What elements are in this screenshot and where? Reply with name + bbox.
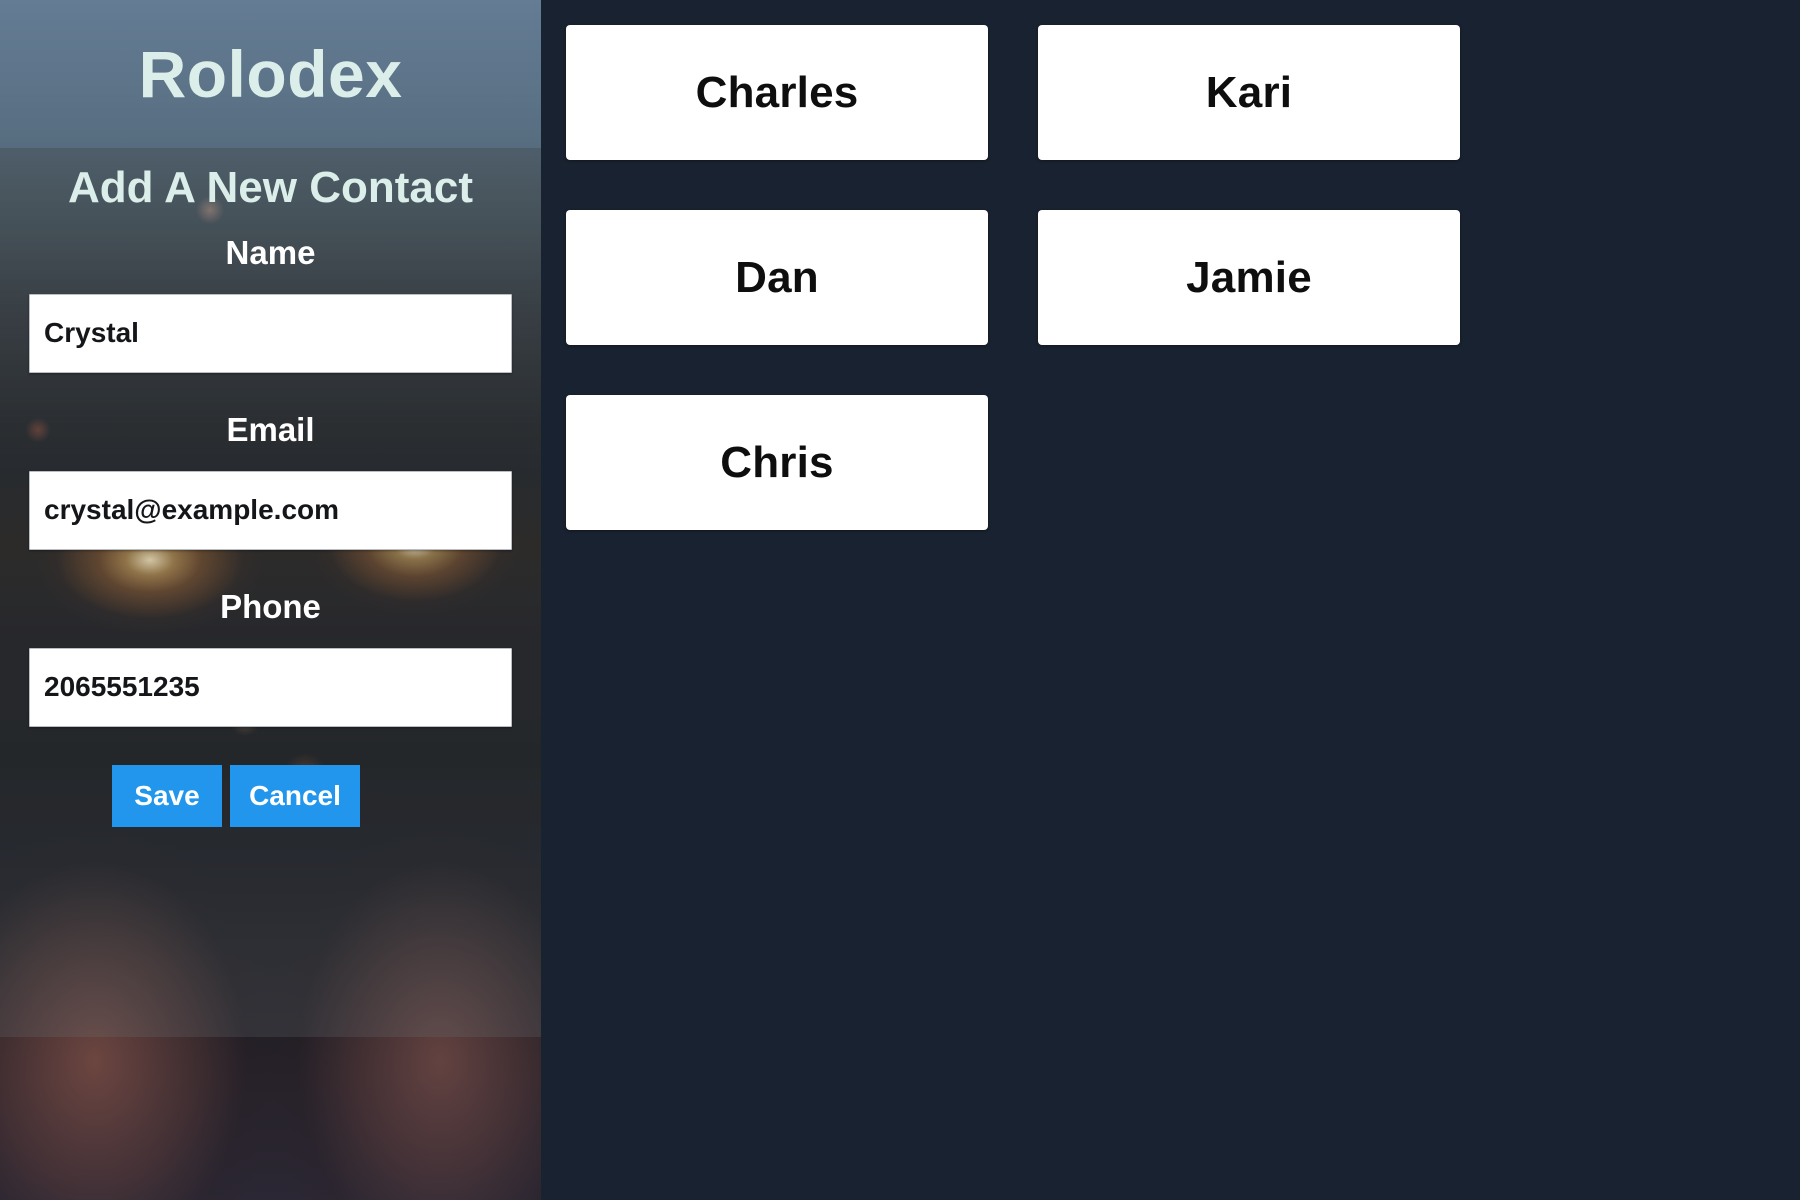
contact-card[interactable]: Kari <box>1038 25 1460 160</box>
name-field-label: Name <box>225 233 316 271</box>
name-input[interactable] <box>29 293 512 373</box>
add-contact-form: Add A New Contact Name Email Phone Save … <box>0 148 541 1037</box>
email-input[interactable] <box>29 470 512 550</box>
contact-name: Dan <box>735 252 819 302</box>
field-group-name: Name <box>0 234 541 373</box>
save-button[interactable]: Save <box>112 764 222 827</box>
app-root: Rolodex Add A New Contact Name Email Pho… <box>0 0 1800 1200</box>
contact-list: Charles Kari Dan Jamie Chris <box>566 25 1766 530</box>
contact-card[interactable]: Charles <box>566 25 988 160</box>
field-group-email: Email <box>0 411 541 550</box>
field-group-phone: Phone <box>0 588 541 727</box>
app-title: Rolodex <box>138 37 403 111</box>
contact-card[interactable]: Dan <box>566 210 988 345</box>
contact-name: Chris <box>720 437 834 487</box>
contact-name: Jamie <box>1186 252 1312 302</box>
contact-card[interactable]: Chris <box>566 395 988 530</box>
contact-name: Charles <box>695 67 859 117</box>
email-field-label: Email <box>226 410 315 448</box>
contact-card[interactable]: Jamie <box>1038 210 1460 345</box>
form-title: Add A New Contact <box>68 163 473 212</box>
phone-field-label: Phone <box>220 587 321 625</box>
contact-name: Kari <box>1205 67 1293 117</box>
sidebar-panel: Rolodex Add A New Contact Name Email Pho… <box>0 0 541 1200</box>
form-actions: Save Cancel <box>0 764 541 827</box>
cancel-button[interactable]: Cancel <box>230 764 360 827</box>
app-header: Rolodex <box>0 0 541 148</box>
phone-input[interactable] <box>29 647 512 727</box>
